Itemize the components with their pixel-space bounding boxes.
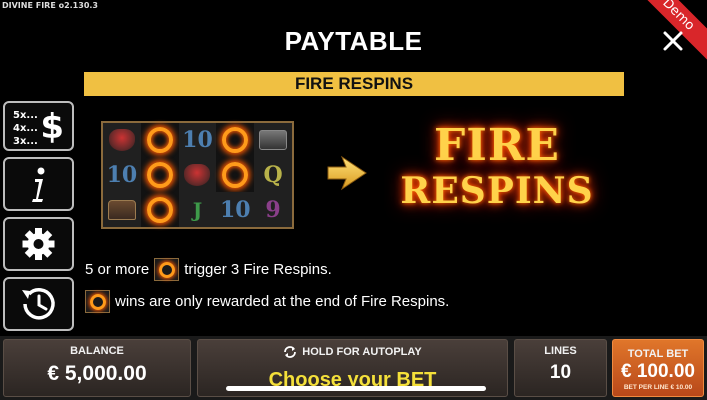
reel-cell (216, 123, 254, 158)
reel-cell (141, 158, 179, 193)
reel-cell (178, 157, 217, 193)
paytable-multipliers: 5x... 4x... 3x... (13, 109, 38, 148)
section-header: FIRE RESPINS (84, 72, 624, 96)
bet-per-line: BET PER LINE € 10.00 (623, 384, 693, 391)
fire-ring-icon (85, 290, 110, 313)
multiplier-3x: 3x... (13, 136, 38, 147)
info-text: trigger 3 Fire Respins. (184, 261, 332, 278)
fire-ring-icon (146, 161, 173, 188)
autoplay-label: HOLD FOR AUTOPLAY (302, 346, 422, 358)
logo-fire-text: FIRE (434, 120, 560, 171)
multiplier-4x: 4x... (13, 123, 38, 134)
total-bet-value: € 100.00 (621, 361, 695, 382)
gear-icon (22, 228, 55, 260)
page-title: PAYTABLE (284, 26, 423, 56)
cauldron-symbol (184, 163, 211, 186)
balance-panel: BALANCE € 5,000.00 (3, 339, 191, 397)
reel-cell: J (178, 192, 217, 227)
reel-cell: 10 (216, 192, 255, 227)
info-icon (32, 167, 45, 202)
info-button[interactable] (3, 157, 74, 211)
history-icon (22, 288, 55, 320)
balance-value: € 5,000.00 (47, 362, 147, 385)
reel-grid: 10 10 Q J 10 9 (101, 121, 294, 229)
lines-label: LINES (544, 345, 577, 357)
info-line-trigger: 5 or more trigger 3 Fire Respins. (85, 258, 332, 281)
reel-cell (216, 158, 254, 193)
lines-value: 10 (549, 362, 572, 383)
fire-respins-logo: FIRE RESPINS (392, 122, 602, 232)
reel-cell (254, 123, 292, 158)
fire-ring-icon (146, 196, 173, 223)
dollar-icon: $ (40, 107, 64, 147)
reel-cell (141, 192, 179, 227)
anvil-symbol (259, 130, 288, 151)
multiplier-5x: 5x... (13, 110, 38, 121)
autoplay-icon (284, 346, 297, 358)
reel-cell: Q (254, 157, 292, 193)
total-bet-label: TOTAL BET (627, 348, 689, 360)
autoplay-hint: HOLD FOR AUTOPLAY (283, 345, 422, 359)
logo-respins-text: RESPINS (400, 170, 594, 212)
game-version: DIVINE FIRE o2.130.3 (2, 1, 98, 10)
chest-symbol (107, 199, 136, 220)
arrow-right-icon (327, 155, 367, 191)
total-bet-panel[interactable]: TOTAL BET € 100.00 BET PER LINE € 10.00 (612, 339, 704, 397)
info-line-wins: wins are only rewarded at the end of Fir… (85, 290, 449, 313)
fire-ring-icon (222, 127, 249, 154)
reel-cell: 10 (178, 123, 217, 158)
balance-label: BALANCE (70, 345, 124, 357)
reel-cell (103, 192, 141, 227)
history-button[interactable] (3, 277, 74, 331)
fire-ring-icon (146, 127, 173, 154)
reel-cell: 9 (254, 192, 292, 227)
fire-ring-icon (154, 258, 180, 281)
info-text: wins are only rewarded at the end of Fir… (115, 293, 450, 310)
cauldron-symbol (108, 129, 135, 152)
lines-panel[interactable]: LINES 10 (514, 339, 607, 397)
settings-button[interactable] (3, 217, 74, 271)
home-indicator[interactable] (226, 386, 486, 391)
fire-ring-icon (222, 161, 249, 188)
info-text: 5 or more (85, 261, 150, 278)
reel-cell (141, 123, 179, 158)
reel-cell: 10 (103, 157, 141, 193)
reel-cell (103, 123, 141, 158)
paytable-button[interactable]: 5x... 4x... 3x... $ (3, 101, 74, 151)
